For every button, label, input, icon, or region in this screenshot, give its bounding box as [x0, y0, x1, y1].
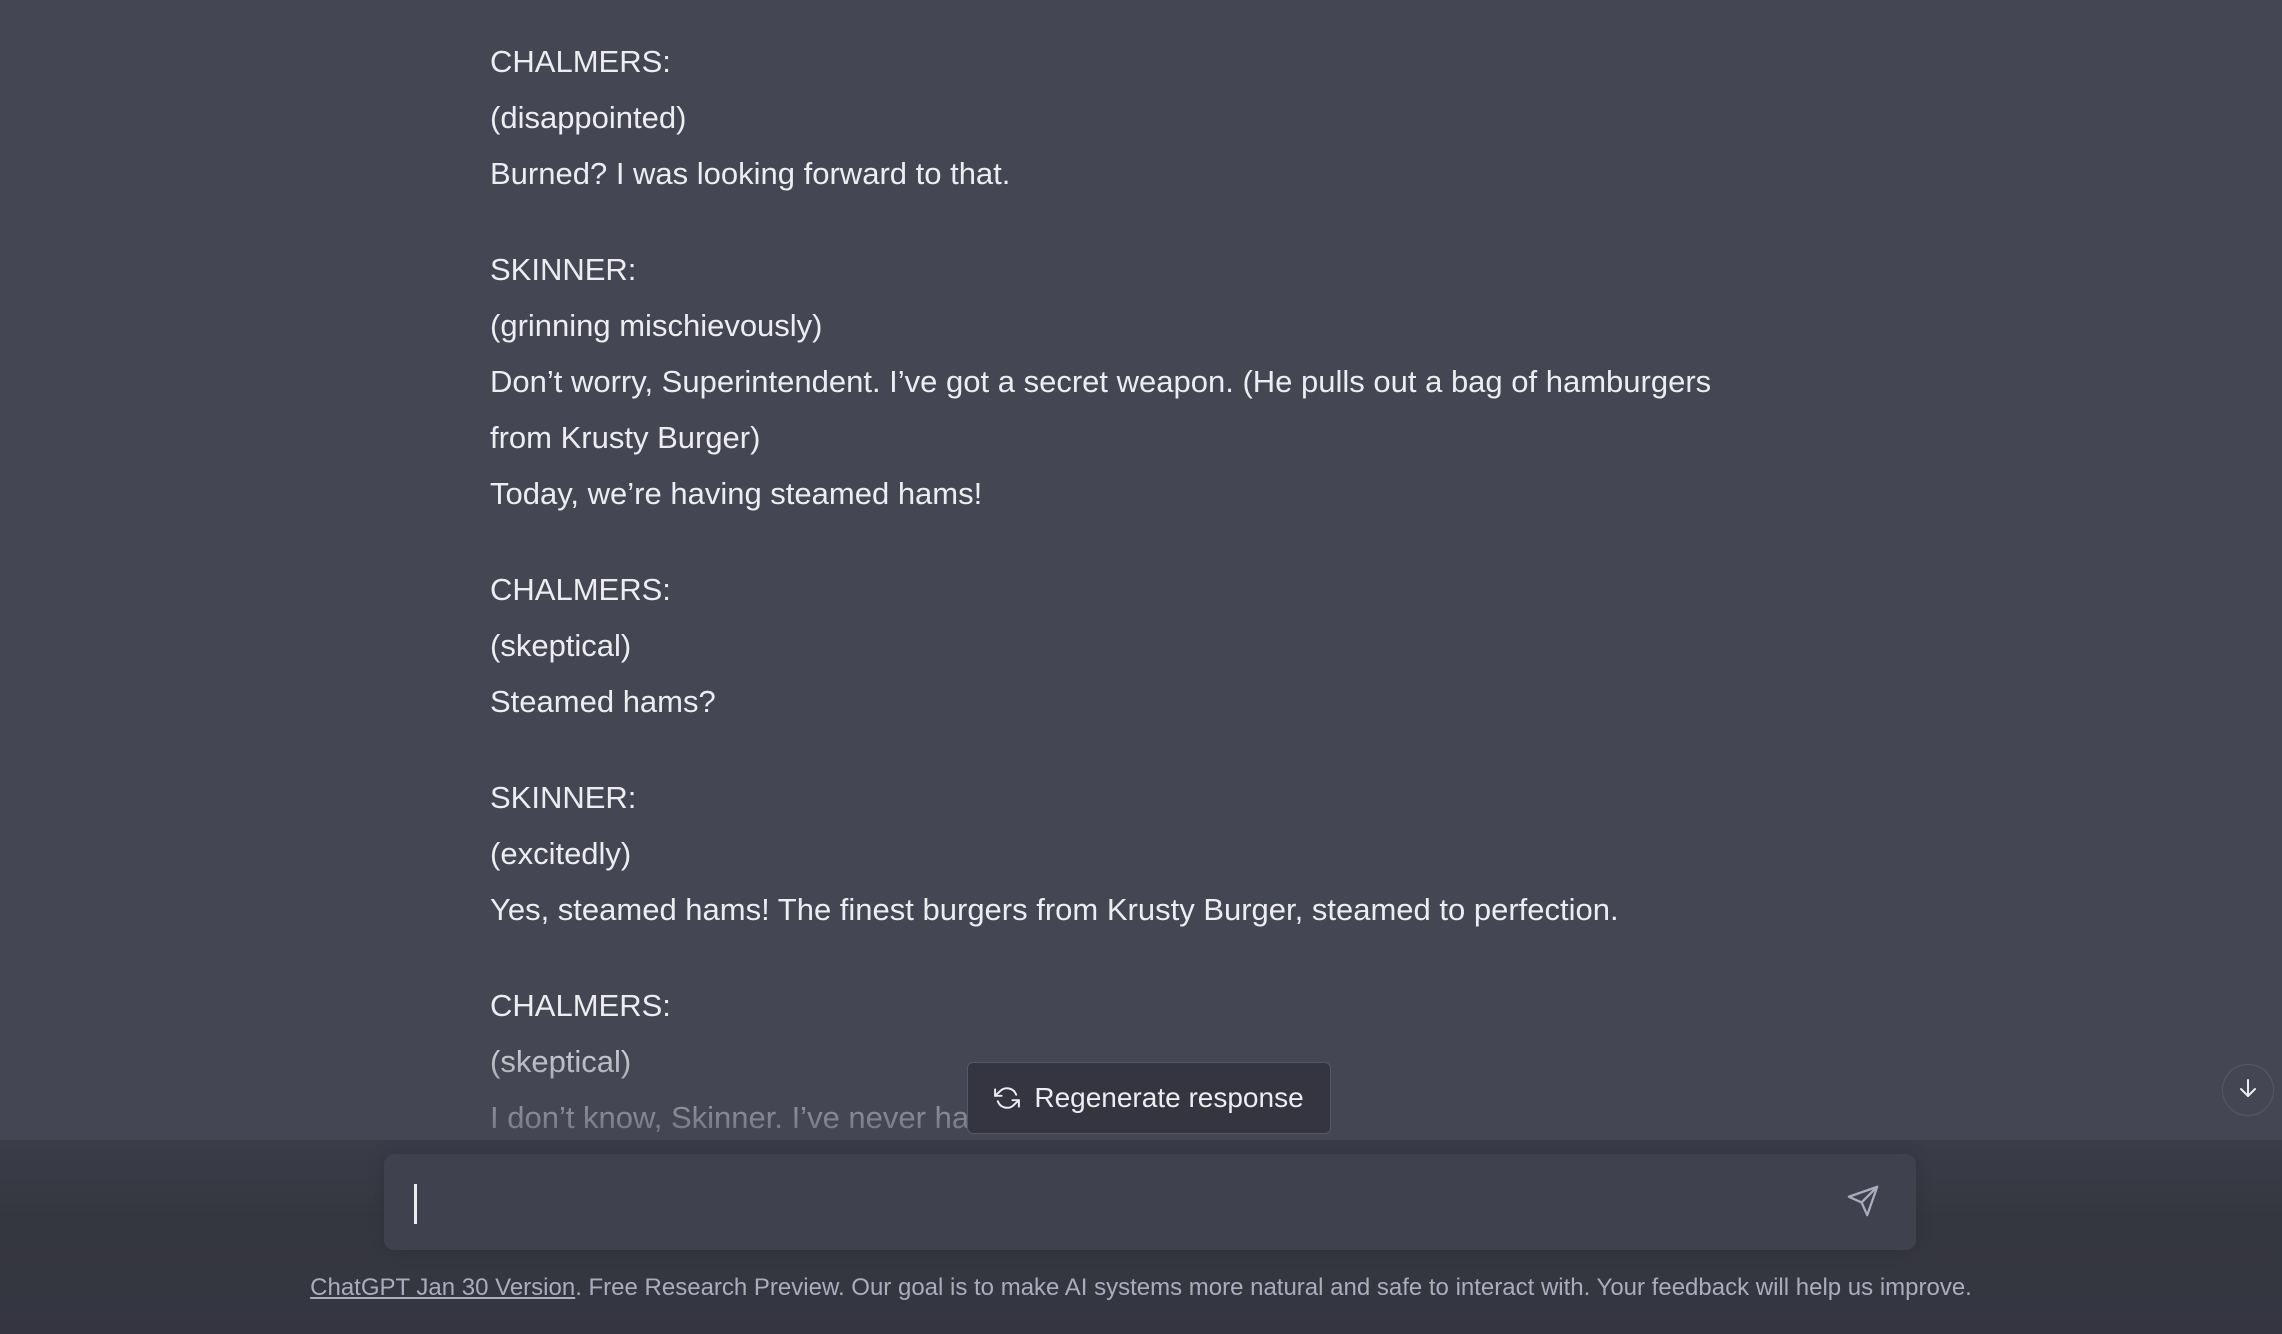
dialogue-line: Burned? I was looking forward to that.	[490, 156, 1011, 191]
refresh-icon	[994, 1085, 1021, 1111]
regenerate-label: Regenerate response	[1034, 1082, 1304, 1113]
dialogue-line: Steamed hams?	[490, 684, 716, 719]
stage-direction: (disappointed)	[490, 100, 687, 135]
regenerate-button[interactable]: Regenerate response	[967, 1062, 1331, 1134]
version-link[interactable]: ChatGPT Jan 30 Version	[310, 1274, 575, 1301]
stage-direction: (skeptical)	[490, 628, 632, 663]
speaker-name: SKINNER:	[490, 252, 637, 287]
message-block: SKINNER: (grinning mischievously) Don’t …	[490, 242, 1830, 522]
message-block: SKINNER: (excitedly) Yes, steamed hams! …	[490, 770, 1830, 938]
message-block: CHALMERS: (skeptical) Steamed hams?	[490, 562, 1830, 730]
dialogue-line: Today, we’re having steamed hams!	[490, 476, 983, 511]
stage-direction: (excitedly)	[490, 836, 632, 871]
dialogue-line: from Krusty Burger)	[490, 420, 761, 455]
speaker-name: SKINNER:	[490, 780, 637, 815]
arrow-down-icon	[2236, 1076, 2260, 1105]
speaker-name: CHALMERS:	[490, 572, 671, 607]
text-caret	[414, 1184, 417, 1224]
speaker-name: CHALMERS:	[490, 988, 671, 1023]
speaker-name: CHALMERS:	[490, 44, 671, 79]
scroll-to-bottom-button[interactable]	[2222, 1064, 2274, 1116]
dialogue-line: Don’t worry, Superintendent. I’ve got a …	[490, 364, 1712, 399]
message-input[interactable]	[384, 1154, 1916, 1250]
message-block: CHALMERS: (disappointed) Burned? I was l…	[490, 34, 1830, 202]
conversation: CHALMERS: (disappointed) Burned? I was l…	[490, 34, 1830, 1186]
footer-disclaimer: ChatGPT Jan 30 Version. Free Research Pr…	[0, 1274, 2282, 1302]
send-button[interactable]	[1846, 1184, 1880, 1218]
stage-direction: (grinning mischievously)	[490, 308, 823, 343]
dialogue-line: Yes, steamed hams! The finest burgers fr…	[490, 892, 1619, 927]
footer-text: . Free Research Preview. Our goal is to …	[575, 1274, 1972, 1301]
send-icon	[1846, 1185, 1880, 1222]
